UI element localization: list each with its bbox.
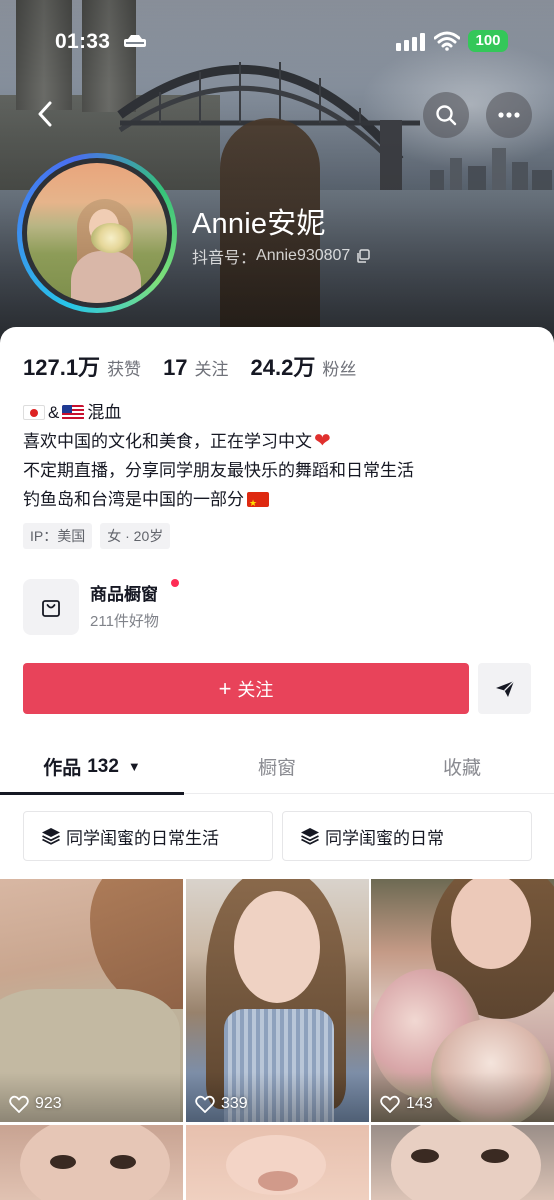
- stat-likes-value: 127.1万: [23, 355, 101, 380]
- search-button[interactable]: [423, 92, 469, 138]
- status-bar: 01:33 100: [0, 0, 554, 84]
- like-count: 143: [380, 1095, 433, 1113]
- bio-line-1-text: 混血: [87, 403, 122, 422]
- stat-likes[interactable]: 127.1万 获赞: [23, 350, 141, 382]
- bio-line-4-text: 钓鱼岛和台湾是中国的一部分: [23, 490, 244, 509]
- tab-works-count: 132: [87, 755, 119, 777]
- shop-icon-box: [23, 579, 79, 635]
- bio-line-2: 喜欢中国的文化和美食，正在学习中文 ❤: [23, 427, 414, 456]
- profile-stats: 127.1万 获赞 17 关注 24.2万 粉丝: [23, 350, 378, 382]
- cellular-signal-icon: [396, 33, 425, 51]
- avatar[interactable]: [17, 153, 177, 313]
- bio-line-1: & 混血: [23, 398, 414, 427]
- message-button[interactable]: [478, 663, 531, 714]
- layers-icon: [301, 828, 319, 845]
- profile-banner: 01:33 100 Annie安妮 抖音号： Annie930807: [0, 0, 554, 345]
- stat-likes-label: 获赞: [107, 360, 142, 379]
- status-time: 01:33: [55, 30, 111, 53]
- bio-line-4: 钓鱼岛和台湾是中国的一部分: [23, 485, 414, 514]
- tab-works[interactable]: 作品 132 ▼: [0, 739, 184, 794]
- douyin-id-value: Annie930807: [256, 247, 351, 264]
- video-thumbnail[interactable]: [186, 1125, 369, 1200]
- car-icon: [124, 35, 146, 47]
- layers-icon: [42, 828, 60, 845]
- copy-icon[interactable]: [356, 249, 371, 263]
- follow-label: 关注: [237, 679, 274, 700]
- stat-following[interactable]: 17 关注: [163, 355, 228, 381]
- back-button[interactable]: [30, 97, 60, 131]
- profile-tags: IP：美国 女 · 20岁: [23, 523, 171, 549]
- shop-item-count: 211件好物: [90, 613, 159, 630]
- wifi-icon: [434, 31, 460, 51]
- profile-card: 127.1万 获赞 17 关注 24.2万 粉丝 & 混血 喜欢中国的文化和美食…: [0, 327, 554, 1200]
- stat-followers-label: 粉丝: [322, 360, 357, 379]
- ip-location-tag: IP：美国: [23, 523, 93, 549]
- heart-outline-icon: [9, 1095, 29, 1113]
- send-icon: [495, 680, 514, 697]
- like-count: 923: [9, 1095, 62, 1113]
- bio-line-2-text: 喜欢中国的文化和美食，正在学习中文: [23, 432, 312, 451]
- follow-button[interactable]: + 关注: [23, 663, 469, 714]
- chevron-left-icon: [38, 101, 52, 127]
- red-heart-icon: ❤: [314, 430, 331, 452]
- active-tab-indicator: [0, 792, 184, 795]
- gender-age-tag: 女 · 20岁: [100, 523, 171, 549]
- stat-following-value: 17: [163, 355, 188, 380]
- shopping-bag-icon: [42, 600, 60, 617]
- plus-icon: +: [218, 675, 232, 701]
- video-thumbnail[interactable]: 923: [0, 879, 183, 1122]
- caret-down-icon[interactable]: ▼: [128, 759, 141, 774]
- collection-label: 同学闺蜜的日常: [325, 828, 444, 848]
- video-thumbnail[interactable]: 339: [186, 879, 369, 1122]
- japan-flag-icon: [23, 405, 45, 420]
- product-showcase-entry[interactable]: 商品橱窗 211件好物: [23, 578, 323, 636]
- more-options-button[interactable]: [486, 92, 532, 138]
- like-count-value: 143: [406, 1095, 433, 1112]
- shop-notification-dot: [171, 579, 179, 587]
- bio-separator: &: [48, 403, 60, 422]
- bio-line-3: 不定期直播，分享同学朋友最快乐的舞蹈和日常生活: [23, 456, 414, 485]
- usa-flag-icon: [62, 405, 85, 420]
- heart-outline-icon: [195, 1095, 215, 1113]
- profile-tabs: 作品 132 ▼ 橱窗 收藏: [0, 739, 554, 795]
- avatar-photo: [27, 163, 167, 303]
- profile-bio: & 混血 喜欢中国的文化和美食，正在学习中文 ❤ 不定期直播，分享同学朋友最快乐…: [23, 398, 414, 514]
- like-count: 339: [195, 1095, 248, 1113]
- stat-followers[interactable]: 24.2万 粉丝: [251, 350, 357, 382]
- bio-line-3-text: 不定期直播，分享同学朋友最快乐的舞蹈和日常生活: [23, 461, 414, 480]
- stat-followers-value: 24.2万: [250, 355, 316, 380]
- search-icon: [436, 105, 457, 126]
- stat-following-label: 关注: [194, 360, 229, 379]
- tab-showcase-label: 橱窗: [257, 758, 296, 779]
- more-horizontal-icon: [498, 112, 520, 118]
- battery-indicator: 100: [468, 30, 508, 52]
- tab-works-label: 作品: [43, 758, 82, 779]
- profile-name: Annie安妮: [192, 208, 326, 240]
- douyin-id-label: 抖音号：: [192, 250, 257, 267]
- tab-favorites-label: 收藏: [442, 758, 481, 779]
- tab-favorites[interactable]: 收藏: [370, 739, 554, 794]
- collection-chip[interactable]: 同学闺蜜的日常: [282, 811, 532, 861]
- heart-outline-icon: [380, 1095, 400, 1113]
- shop-title: 商品橱窗: [90, 585, 158, 604]
- video-thumbnail[interactable]: [0, 1125, 183, 1200]
- like-count-value: 923: [35, 1095, 62, 1112]
- video-thumbnail[interactable]: [371, 1125, 554, 1200]
- video-thumbnail[interactable]: 143: [371, 879, 554, 1122]
- china-flag-icon: [247, 492, 269, 507]
- collections-row: 同学闺蜜的日常生活 同学闺蜜的日常: [23, 811, 532, 861]
- like-count-value: 339: [221, 1095, 248, 1112]
- douyin-id-row[interactable]: 抖音号： Annie930807: [192, 244, 371, 268]
- collection-chip[interactable]: 同学闺蜜的日常生活: [23, 811, 273, 861]
- tab-showcase[interactable]: 橱窗: [184, 739, 370, 794]
- collection-label: 同学闺蜜的日常生活: [66, 828, 219, 848]
